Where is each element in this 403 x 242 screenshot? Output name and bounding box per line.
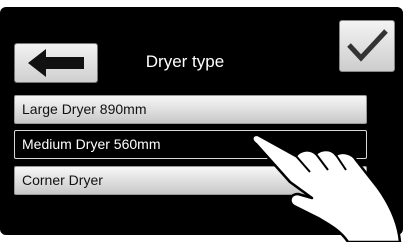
arrow-left-icon <box>28 49 84 77</box>
page-title: Dryer type <box>145 52 225 71</box>
option-large-dryer[interactable]: Large Dryer 890mm <box>14 95 367 124</box>
checkmark-icon <box>347 29 388 62</box>
hand-pointer-icon <box>251 133 402 242</box>
back-button[interactable] <box>14 43 98 83</box>
confirm-button[interactable] <box>339 20 395 72</box>
